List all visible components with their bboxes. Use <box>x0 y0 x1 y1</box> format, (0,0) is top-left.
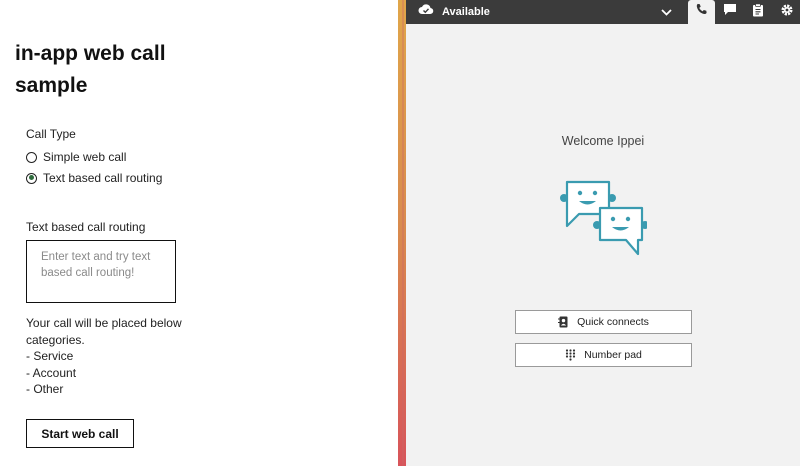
cloud-status-icon <box>418 3 434 21</box>
radio-simple-web-call[interactable]: Simple web call <box>26 150 126 164</box>
ccp-topbar: Available <box>406 0 800 24</box>
welcome-text: Welcome Ippei <box>561 134 645 148</box>
agent-status-text: Available <box>442 6 490 18</box>
agent-status-dropdown[interactable]: Available <box>406 0 686 24</box>
start-web-call-button[interactable]: Start web call <box>26 419 134 448</box>
panel-divider[interactable] <box>398 0 406 466</box>
chat-icon <box>723 3 737 21</box>
tab-settings[interactable] <box>774 0 800 24</box>
radio-text-based-routing[interactable]: Text based call routing <box>26 171 162 185</box>
routing-text-input[interactable] <box>26 240 176 303</box>
phone-icon <box>695 3 708 21</box>
gear-icon <box>780 3 794 22</box>
contacts-book-icon <box>558 316 568 328</box>
routing-input-label: Text based call routing <box>26 220 146 234</box>
tab-chat[interactable] <box>717 0 743 24</box>
contact-control-panel: Available Welcome Ippei Quick connects N… <box>406 0 800 466</box>
tab-tasks[interactable] <box>745 0 771 24</box>
tab-phone[interactable] <box>687 0 715 24</box>
chat-bots-illustration-icon <box>559 178 649 263</box>
quick-connects-label: Quick connects <box>577 316 649 328</box>
info-line: Your call will be placed below categorie… <box>26 316 182 347</box>
chevron-down-icon <box>660 3 672 21</box>
clipboard-icon <box>752 2 764 22</box>
info-line: - Account <box>26 365 77 380</box>
info-line: - Other <box>26 382 64 396</box>
info-line: - Service <box>26 349 74 363</box>
radio-label: Simple web call <box>43 150 127 164</box>
sample-panel: in-app web call sample Call Type Simple … <box>0 0 398 466</box>
dialpad-icon <box>566 349 576 361</box>
radio-label: Text based call routing <box>43 171 163 185</box>
call-type-label: Call Type <box>26 127 76 141</box>
radio-button-icon[interactable] <box>26 151 37 163</box>
radio-button-checked-icon[interactable] <box>26 172 37 184</box>
number-pad-button[interactable]: Number pad <box>515 343 692 367</box>
info-text: Your call will be placed below categorie… <box>26 315 196 398</box>
page-title: in-app web call sample <box>15 42 166 97</box>
number-pad-label: Number pad <box>584 349 642 361</box>
quick-connects-button[interactable]: Quick connects <box>515 310 692 334</box>
